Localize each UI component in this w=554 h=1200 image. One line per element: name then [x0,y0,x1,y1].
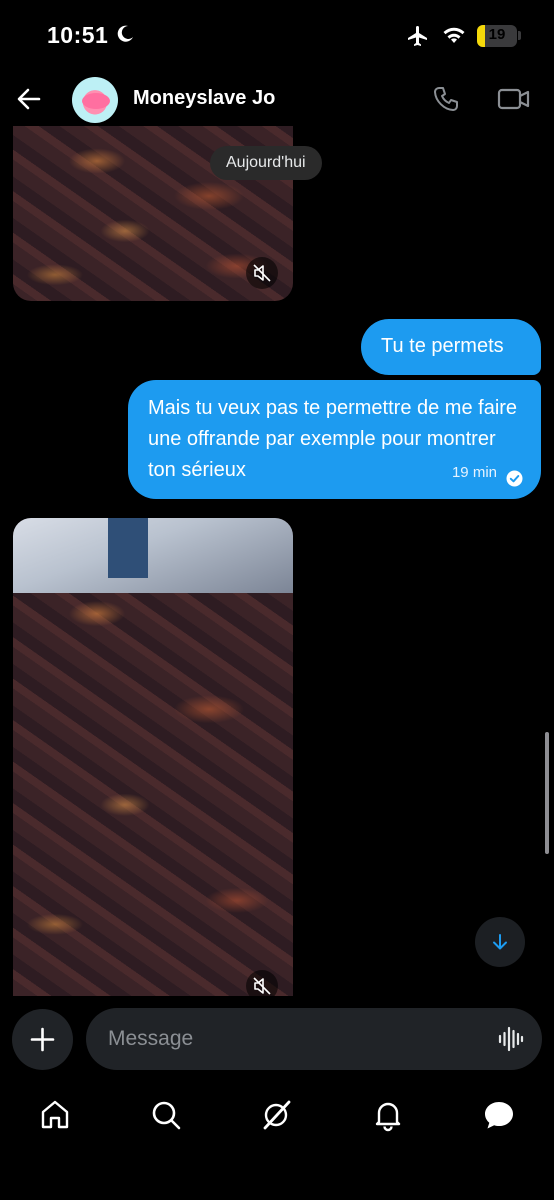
messages-icon [485,1102,513,1129]
message-timestamp: 19 min [451,464,497,481]
nav-grok[interactable] [260,1098,294,1132]
status-time: 10:51 [47,22,109,48]
chat-header: Moneyslave Jo [0,74,554,126]
voice-waveform-icon[interactable] [498,1026,524,1052]
message-composer [86,1008,542,1070]
grok-icon [263,1100,291,1130]
bottom-navigation [0,1080,554,1200]
arrow-down-icon [493,934,507,950]
message-text: Tu te permets [381,335,504,357]
sent-message[interactable]: Tu te permets [361,319,541,375]
phone-icon[interactable] [432,85,460,113]
video-background-window [13,518,293,593]
read-check-icon [506,470,523,487]
moon-icon [117,25,133,42]
airplane-icon [408,26,427,46]
video-background-object [108,518,148,578]
video-camera-icon[interactable] [497,86,531,112]
contact-name[interactable]: Moneyslave Jo [133,87,275,110]
nav-messages[interactable] [482,1098,516,1132]
arrow-left-icon[interactable] [14,84,44,114]
battery-nub [518,31,521,40]
nav-home[interactable] [38,1098,72,1132]
search-icon [152,1101,181,1130]
scrollbar[interactable] [545,732,549,854]
pig-avatar-image [82,93,110,109]
message-input[interactable] [108,1008,488,1070]
battery-percent: 19 [488,26,506,43]
add-attachment-button[interactable] [12,1009,73,1070]
date-separator: Aujourd'hui [210,146,322,180]
avatar[interactable] [72,77,118,123]
wifi-icon [443,27,465,43]
nav-search[interactable] [149,1098,183,1132]
video-message[interactable] [13,518,293,996]
home-icon [41,1100,69,1129]
notifications-bell-icon [375,1102,401,1132]
sent-message[interactable]: Mais tu veux pas te permettre de me fair… [128,380,541,499]
muted-speaker-icon [253,264,271,282]
mute-badge[interactable] [246,970,278,996]
muted-speaker-icon [253,977,271,995]
status-bar: 10:51 19 [0,0,554,74]
nav-notifications[interactable] [371,1098,405,1132]
mute-badge[interactable] [246,257,278,289]
plus-icon [30,1027,55,1052]
battery-indicator: 19 [477,25,517,47]
scroll-to-bottom-button[interactable] [475,917,525,967]
